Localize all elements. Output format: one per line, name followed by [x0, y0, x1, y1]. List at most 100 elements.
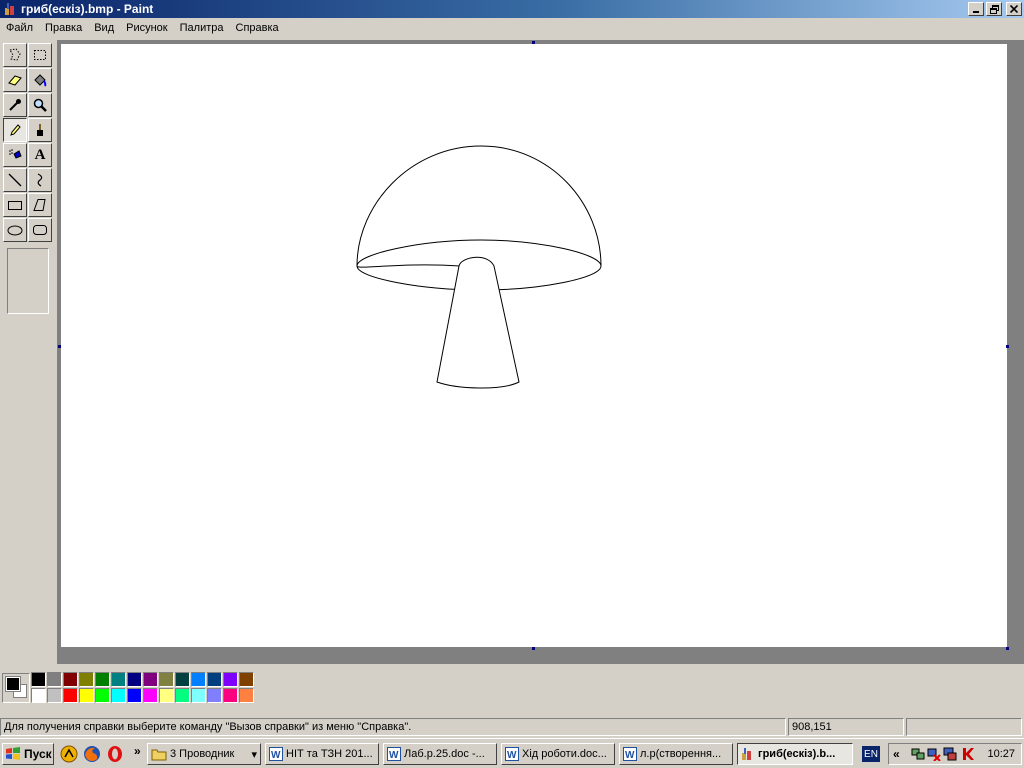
- tool-fill[interactable]: [28, 68, 52, 92]
- color-swatch[interactable]: [63, 672, 78, 687]
- menu-file[interactable]: Файл: [0, 18, 39, 38]
- mushroom-cap: [356, 145, 602, 267]
- tray-expand[interactable]: «: [893, 747, 900, 761]
- start-button[interactable]: Пуск: [2, 743, 54, 765]
- tool-text[interactable]: A: [28, 143, 52, 167]
- free-form-select-icon: [9, 48, 21, 61]
- minimize-button[interactable]: [968, 2, 984, 16]
- menu-image[interactable]: Рисунок: [120, 18, 174, 38]
- tool-airbrush[interactable]: [3, 143, 27, 167]
- title-bar: гриб(ескіз).bmp - Paint: [0, 0, 1024, 18]
- taskbar-button-label: 3 Проводник: [170, 748, 235, 760]
- color-swatch[interactable]: [127, 688, 142, 703]
- eraser-icon: [8, 75, 22, 86]
- color-swatch[interactable]: [47, 672, 62, 687]
- display-icon[interactable]: [943, 747, 957, 761]
- tool-rounded-rectangle[interactable]: [28, 218, 52, 242]
- network-icon[interactable]: [911, 747, 925, 761]
- tool-eraser[interactable]: [3, 68, 27, 92]
- tool-rectangle[interactable]: [3, 193, 27, 217]
- tool-select[interactable]: [28, 43, 52, 67]
- language-indicator[interactable]: EN: [862, 746, 880, 762]
- resize-handle-right-mid[interactable]: [1006, 345, 1009, 348]
- tool-free-form-select[interactable]: [3, 43, 27, 67]
- rounded-rectangle-icon: [33, 225, 47, 235]
- color-swatch[interactable]: [143, 688, 158, 703]
- disconnected-network-icon[interactable]: [927, 747, 941, 761]
- color-swatch[interactable]: [31, 672, 46, 687]
- menu-view[interactable]: Вид: [88, 18, 120, 38]
- tool-polygon[interactable]: [28, 193, 52, 217]
- menu-help[interactable]: Справка: [230, 18, 285, 38]
- close-icon: [1010, 5, 1018, 13]
- restore-icon: [989, 4, 999, 14]
- color-swatch[interactable]: [239, 672, 254, 687]
- color-swatch[interactable]: [63, 688, 78, 703]
- color-swatch[interactable]: [143, 672, 158, 687]
- current-colors[interactable]: [2, 673, 30, 703]
- system-tray: « 10:27: [888, 743, 1022, 765]
- taskbar-button-explorer[interactable]: 3 Проводник ▾: [147, 743, 261, 765]
- close-button[interactable]: [1006, 2, 1022, 16]
- brush-icon: [37, 124, 43, 136]
- fill-with-color-icon: [34, 74, 47, 87]
- color-swatch[interactable]: [207, 688, 222, 703]
- pencil-icon: [10, 124, 21, 136]
- color-swatch[interactable]: [127, 672, 142, 687]
- color-swatch[interactable]: [111, 688, 126, 703]
- color-swatch[interactable]: [31, 688, 46, 703]
- color-swatch[interactable]: [191, 672, 206, 687]
- restore-button[interactable]: [986, 2, 1002, 16]
- resize-handle-top[interactable]: [532, 41, 535, 44]
- tool-pick-color[interactable]: [3, 93, 27, 117]
- color-swatch[interactable]: [223, 688, 238, 703]
- taskbar-button-paint[interactable]: гриб(ескіз).b...: [737, 743, 853, 765]
- drawing-canvas[interactable]: [61, 44, 1007, 647]
- tool-line[interactable]: [3, 168, 27, 192]
- tool-curve[interactable]: [28, 168, 52, 192]
- opera-icon[interactable]: [106, 745, 124, 763]
- tool-options-panel[interactable]: [7, 248, 49, 314]
- color-swatch[interactable]: [175, 688, 190, 703]
- menu-edit[interactable]: Правка: [39, 18, 88, 38]
- taskbar-button-doc4[interactable]: W л.р(створення...: [619, 743, 733, 765]
- resize-handle-bottom[interactable]: [532, 647, 535, 650]
- line-icon: [8, 173, 22, 187]
- tool-magnifier[interactable]: [28, 93, 52, 117]
- color-swatch[interactable]: [159, 672, 174, 687]
- color-swatch[interactable]: [79, 688, 94, 703]
- quicklaunch-expand[interactable]: »: [134, 744, 141, 758]
- color-swatch[interactable]: [95, 688, 110, 703]
- color-swatch[interactable]: [159, 688, 174, 703]
- color-swatch[interactable]: [223, 672, 238, 687]
- tool-pencil[interactable]: [3, 118, 27, 142]
- color-swatch[interactable]: [79, 672, 94, 687]
- clock[interactable]: 10:27: [987, 748, 1015, 760]
- color-swatch[interactable]: [239, 688, 254, 703]
- window-title: гриб(ескіз).bmp - Paint: [21, 2, 154, 16]
- status-help-text: Для получения справки выберите команду "…: [0, 718, 786, 736]
- tool-ellipse[interactable]: [3, 218, 27, 242]
- color-swatch[interactable]: [47, 688, 62, 703]
- quicklaunch-app-icon[interactable]: [60, 745, 78, 763]
- canvas-workspace: [57, 40, 1024, 664]
- menu-colors[interactable]: Палитра: [174, 18, 230, 38]
- taskbar-button-doc3[interactable]: W Хід роботи.doc...: [501, 743, 615, 765]
- taskbar-button-doc1[interactable]: W НІТ та ТЗН 201...: [265, 743, 379, 765]
- color-swatch[interactable]: [111, 672, 126, 687]
- start-label: Пуск: [24, 747, 52, 761]
- svg-text:W: W: [271, 750, 281, 761]
- firefox-icon[interactable]: [83, 745, 101, 763]
- paint-app-icon[interactable]: [3, 2, 17, 16]
- color-swatch[interactable]: [207, 672, 222, 687]
- antivirus-icon[interactable]: [961, 747, 975, 761]
- color-swatch[interactable]: [175, 672, 190, 687]
- word-icon: W: [505, 747, 519, 761]
- chevron-down-icon: ▾: [251, 748, 257, 761]
- taskbar-button-doc2[interactable]: W Лаб.р.25.doc -...: [383, 743, 497, 765]
- resize-handle-corner[interactable]: [1006, 647, 1009, 650]
- color-swatch[interactable]: [95, 672, 110, 687]
- svg-text:W: W: [625, 750, 635, 761]
- tool-brush[interactable]: [28, 118, 52, 142]
- color-swatch[interactable]: [191, 688, 206, 703]
